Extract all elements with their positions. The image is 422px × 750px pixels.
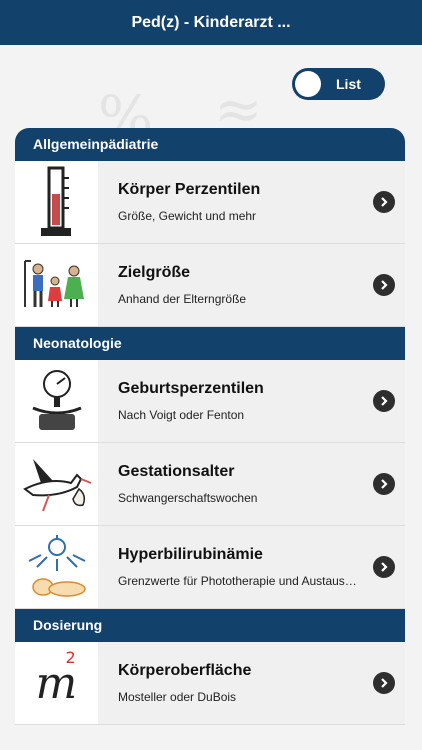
item-subtitle: Anhand der Elterngröße <box>118 292 247 306</box>
item-title: Körperoberfläche <box>118 662 252 679</box>
app-header: Ped(z) - Kinderarzt ... <box>0 0 422 45</box>
chevron-right-icon[interactable] <box>373 473 395 495</box>
item-subtitle: Mosteller oder DuBois <box>118 690 237 704</box>
phototherapy-lamp-icon <box>15 526 98 608</box>
baby-scale-icon <box>15 360 98 442</box>
item-subtitle: Größe, Gewicht und mehr <box>118 209 257 223</box>
list-item-hyperbilirubinaemie[interactable]: Hyperbilirubinämie Grenzwerte für Photot… <box>15 526 405 609</box>
list-toggle[interactable]: List <box>292 68 385 100</box>
item-subtitle: Schwangerschaftswochen <box>118 491 258 505</box>
toggle-label: List <box>336 76 361 92</box>
chevron-right-icon[interactable] <box>373 274 395 296</box>
list-item-koerper-perzentilen[interactable]: Körper Perzentilen Größe, Gewicht und me… <box>15 161 405 244</box>
section-header-neonatologie: Neonatologie <box>15 327 405 360</box>
item-title: Zielgröße <box>118 264 191 281</box>
list-item-geburtsperzentilen[interactable]: Geburtsperzentilen Nach Voigt oder Fento… <box>15 360 405 443</box>
item-title: Körper Perzentilen <box>118 181 261 198</box>
height-ruler-icon <box>15 161 98 243</box>
chevron-right-icon[interactable] <box>373 191 395 213</box>
list-item-koerperoberflaeche[interactable]: m 2 Körperoberfläche Mosteller oder DuBo… <box>15 642 405 725</box>
item-subtitle: Grenzwerte für Phototherapie und Austaus… <box>118 574 357 588</box>
chevron-right-icon[interactable] <box>373 390 395 412</box>
family-height-icon <box>15 244 98 326</box>
chevron-right-icon[interactable] <box>373 556 395 578</box>
stork-icon <box>15 443 98 525</box>
item-title: Hyperbilirubinämie <box>118 546 263 563</box>
section-header-allgemeinpaediatrie: Allgemeinpädiatrie <box>15 128 405 161</box>
list-item-zielgroesse[interactable]: Zielgröße Anhand der Elterngröße <box>15 244 405 327</box>
item-title: Gestationsalter <box>118 463 235 480</box>
calculator-list: Allgemeinpädiatrie Körper Perzentilen Gr… <box>15 128 405 725</box>
page-title: Ped(z) - Kinderarzt ... <box>131 13 291 31</box>
square-meter-superscript: 2 <box>65 648 76 667</box>
chevron-right-icon[interactable] <box>373 672 395 694</box>
toggle-knob[interactable] <box>295 71 321 97</box>
section-header-dosierung: Dosierung <box>15 609 405 642</box>
list-item-gestationsalter[interactable]: Gestationsalter Schwangerschaftswochen <box>15 443 405 526</box>
square-meter-icon: m 2 <box>15 642 98 724</box>
item-subtitle: Nach Voigt oder Fenton <box>118 408 245 422</box>
item-title: Geburtsperzentilen <box>118 380 264 397</box>
